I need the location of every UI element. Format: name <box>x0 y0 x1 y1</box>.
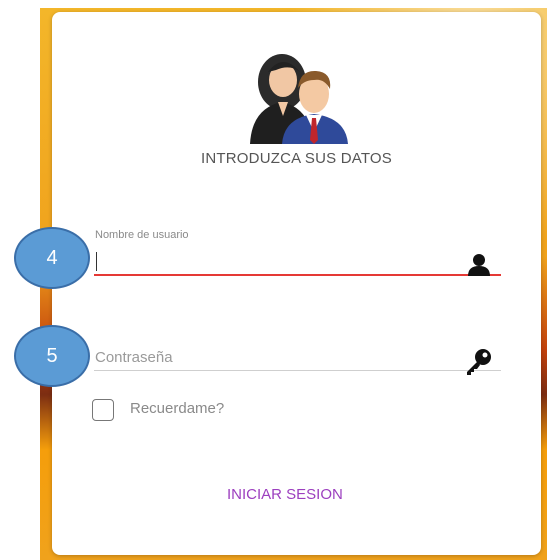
username-label: Nombre de usuario <box>95 229 189 241</box>
users-avatar-icon <box>250 54 348 144</box>
username-input[interactable] <box>94 248 501 276</box>
text-cursor <box>96 252 97 271</box>
annotation-bubble-4: 4 <box>14 227 90 289</box>
user-icon <box>468 254 490 276</box>
form-heading: INTRODUZCA SUS DATOS <box>201 150 392 167</box>
annotation-bubble-5: 5 <box>14 325 90 387</box>
password-input[interactable] <box>94 344 501 371</box>
remember-checkbox[interactable] <box>92 399 114 421</box>
remember-label[interactable]: Recuerdame? <box>130 400 224 417</box>
login-button[interactable]: INICIAR SESION <box>227 486 343 503</box>
key-icon <box>467 349 491 375</box>
